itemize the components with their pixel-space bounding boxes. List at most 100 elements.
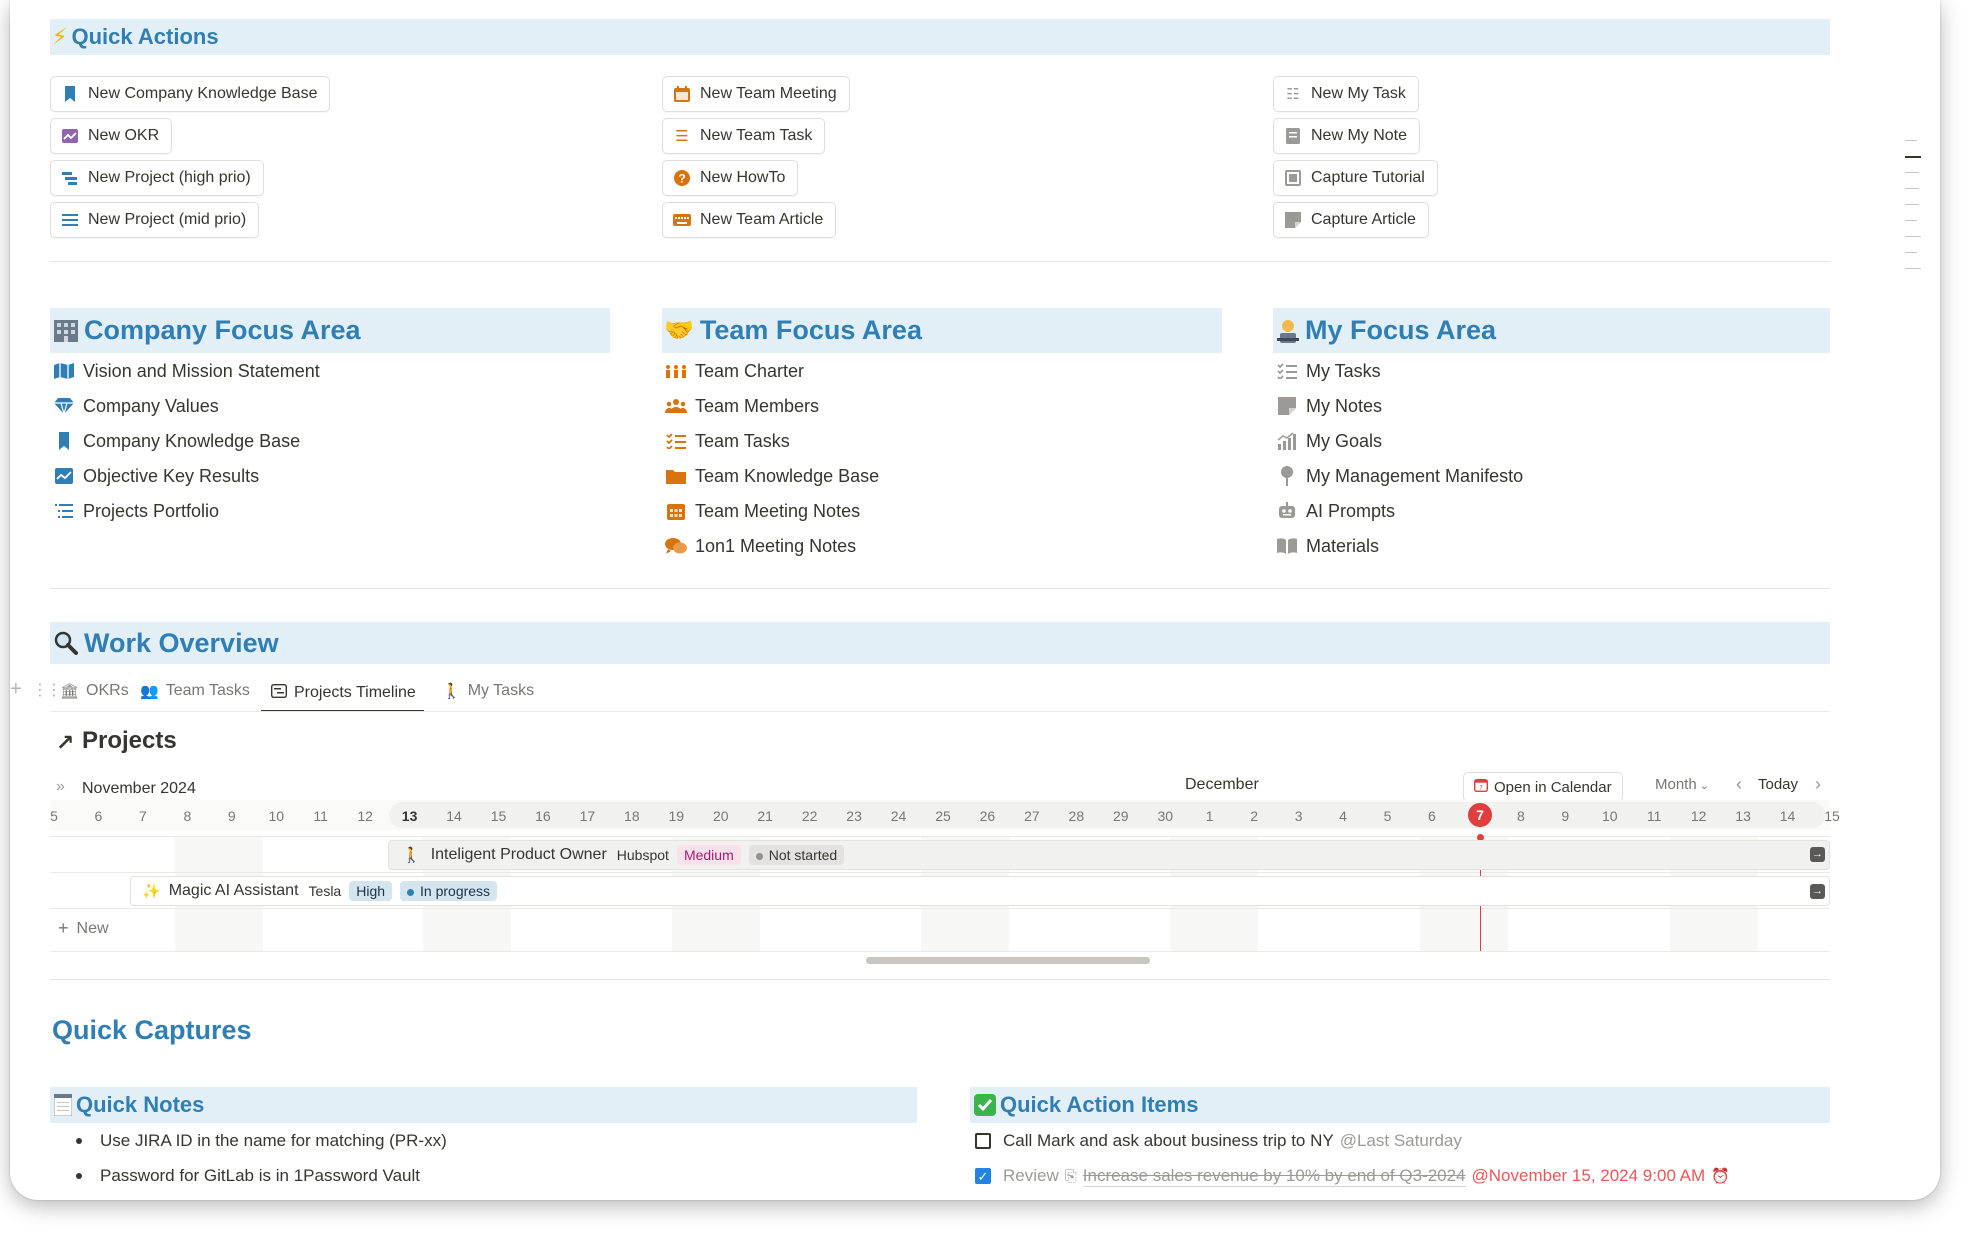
outline-marker [1905, 236, 1921, 237]
company-item-okr[interactable]: Objective Key Results [53, 463, 259, 489]
my-item-manifesto[interactable]: My Management Manifesto [1276, 463, 1523, 489]
add-block-icon[interactable]: + [10, 678, 22, 701]
outline-marker [1905, 140, 1917, 141]
day-number: 8 [1516, 808, 1525, 824]
todo-item[interactable]: ✓ Review ⎘ Increase sales revenue by 10%… [975, 1163, 1730, 1189]
day-number: 1 [1205, 808, 1214, 824]
my-item-goals[interactable]: My Goals [1276, 428, 1382, 454]
svg-text:7: 7 [1479, 786, 1483, 792]
divider [50, 261, 1830, 262]
grid-top-line [50, 836, 1830, 837]
timeline-icon [270, 683, 288, 702]
capture-tutorial-button[interactable]: Capture Tutorial [1273, 160, 1438, 196]
tab-okrs[interactable]: 🏛 OKRs [60, 676, 129, 706]
team-item-meeting-notes[interactable]: Team Meeting Notes [665, 498, 860, 524]
list-item[interactable]: Password for GitLab is in 1Password Vaul… [70, 1163, 420, 1189]
new-my-task-button[interactable]: ☷ New My Task [1273, 76, 1419, 112]
day-number: 17 [579, 808, 596, 824]
magic-wand-icon: ✨ [142, 883, 161, 900]
prev-chevron-icon[interactable]: ‹ [1736, 774, 1742, 795]
tab-projects-timeline[interactable]: Projects Timeline [261, 676, 424, 712]
folder-icon [665, 465, 687, 487]
day-number: 18 [624, 808, 640, 824]
todo-item[interactable]: Call Mark and ask about business trip to… [975, 1128, 1462, 1154]
my-item-ai-prompts[interactable]: AI Prompts [1276, 498, 1395, 524]
next-chevron-icon[interactable]: › [1815, 774, 1821, 795]
todo-checkbox-checked[interactable]: ✓ [975, 1168, 991, 1184]
open-row-icon[interactable]: → [1810, 884, 1825, 899]
team-item-knowledge-base[interactable]: Team Knowledge Base [665, 463, 879, 489]
company-item-values[interactable]: Company Values [53, 393, 219, 419]
team-item-members[interactable]: Team Members [665, 393, 819, 419]
new-team-task-button[interactable]: ☰ New Team Task [662, 118, 826, 154]
new-okr-button[interactable]: New OKR [50, 118, 173, 154]
open-in-calendar-button[interactable]: 7 Open in Calendar [1463, 772, 1623, 802]
scale-select[interactable]: Month ⌄ [1655, 776, 1709, 793]
quick-notes-title: Quick Notes [76, 1092, 205, 1117]
day-number: 14 [446, 808, 462, 824]
sticky-note-icon [1284, 211, 1302, 229]
outline-marker [1905, 268, 1921, 269]
page-link[interactable]: Increase sales revenue by 10% by end of … [1082, 1166, 1466, 1187]
person-at-desk-icon [1277, 319, 1299, 343]
day-number: 22 [801, 808, 818, 824]
today-button[interactable]: Today [1758, 776, 1798, 793]
new-my-note-button[interactable]: New My Note [1273, 118, 1421, 154]
horizontal-scrollbar[interactable] [866, 957, 1150, 964]
team-item-tasks[interactable]: Team Tasks [665, 428, 790, 454]
timeline-row-1-content[interactable]: 🚶 Inteligent Product Owner Hubspot Mediu… [402, 843, 845, 867]
team-item-1on1-notes[interactable]: 1on1 Meeting Notes [665, 533, 856, 559]
notion-window: ⚡ Quick Actions New Company Knowledge Ba… [10, 0, 1940, 1200]
day-number: 14 [1779, 808, 1796, 824]
new-project-mid-prio-button[interactable]: New Project (mid prio) [50, 202, 260, 238]
day-number: 2 [1250, 808, 1259, 824]
new-team-meeting-button[interactable]: New Team Meeting [662, 76, 850, 112]
bullet [76, 1138, 82, 1144]
open-row-icon[interactable]: → [1810, 847, 1825, 862]
new-team-article-button[interactable]: New Team Article [662, 202, 837, 238]
status-badge: In progress [400, 881, 498, 901]
day-number: 3 [1294, 808, 1303, 824]
chevron-down-icon: ⌄ [1699, 780, 1709, 792]
company-item-vision[interactable]: Vision and Mission Statement [53, 358, 320, 384]
quick-action-items-banner: Quick Action Items [970, 1087, 1830, 1123]
plus-icon: + [58, 918, 69, 938]
timeline-row-2-content[interactable]: ✨ Magic AI Assistant Tesla High In progr… [142, 879, 498, 903]
tab-my-tasks[interactable]: 🚶 My Tasks [442, 676, 534, 706]
month-left-label: November 2024 [82, 780, 196, 797]
day-number: 8 [183, 808, 192, 824]
day-number: 28 [1068, 808, 1085, 824]
outline-marker [1905, 204, 1919, 205]
divider [50, 588, 1830, 589]
expand-chevrons-icon[interactable]: » [56, 778, 65, 796]
day-number: 12 [1690, 808, 1707, 824]
my-item-notes[interactable]: My Notes [1276, 393, 1382, 419]
my-item-materials[interactable]: Materials [1276, 533, 1379, 559]
new-row-button[interactable]: + New [58, 918, 109, 939]
company-item-knowledge-base[interactable]: Company Knowledge Base [53, 428, 300, 454]
capture-article-button[interactable]: Capture Article [1273, 202, 1429, 238]
my-item-tasks[interactable]: My Tasks [1276, 358, 1381, 384]
alarm-clock-icon: ⏰ [1711, 1168, 1730, 1185]
note-icon [1276, 395, 1298, 417]
team-item-charter[interactable]: Team Charter [665, 358, 804, 384]
quick-actions-banner: ⚡ Quick Actions [50, 19, 1830, 55]
drag-handle-icon[interactable]: ⋮⋮ [32, 680, 62, 700]
new-company-knowledge-base-button[interactable]: New Company Knowledge Base [50, 76, 331, 112]
todo-checkbox[interactable] [975, 1133, 991, 1149]
day-number: 21 [757, 808, 773, 824]
page-outline[interactable] [1905, 140, 1925, 284]
new-project-high-prio-button[interactable]: New Project (high prio) [50, 160, 264, 196]
company-item-portfolio[interactable]: Projects Portfolio [53, 498, 219, 524]
tab-team-tasks[interactable]: 👥 Team Tasks [140, 676, 250, 706]
day-number: 10 [1601, 808, 1618, 824]
new-howto-button[interactable]: ? New HowTo [662, 160, 799, 196]
work-overview-title: Work Overview [84, 627, 279, 658]
list-item[interactable]: Use JIRA ID in the name for matching (PR… [70, 1128, 447, 1154]
reminder-mention[interactable]: @November 15, 2024 9:00 AM [1472, 1166, 1706, 1186]
map-icon [53, 360, 75, 382]
menu-lines-icon [61, 211, 79, 229]
people-row-icon [665, 360, 687, 382]
video-icon [1284, 169, 1302, 187]
note-icon [1284, 127, 1302, 145]
